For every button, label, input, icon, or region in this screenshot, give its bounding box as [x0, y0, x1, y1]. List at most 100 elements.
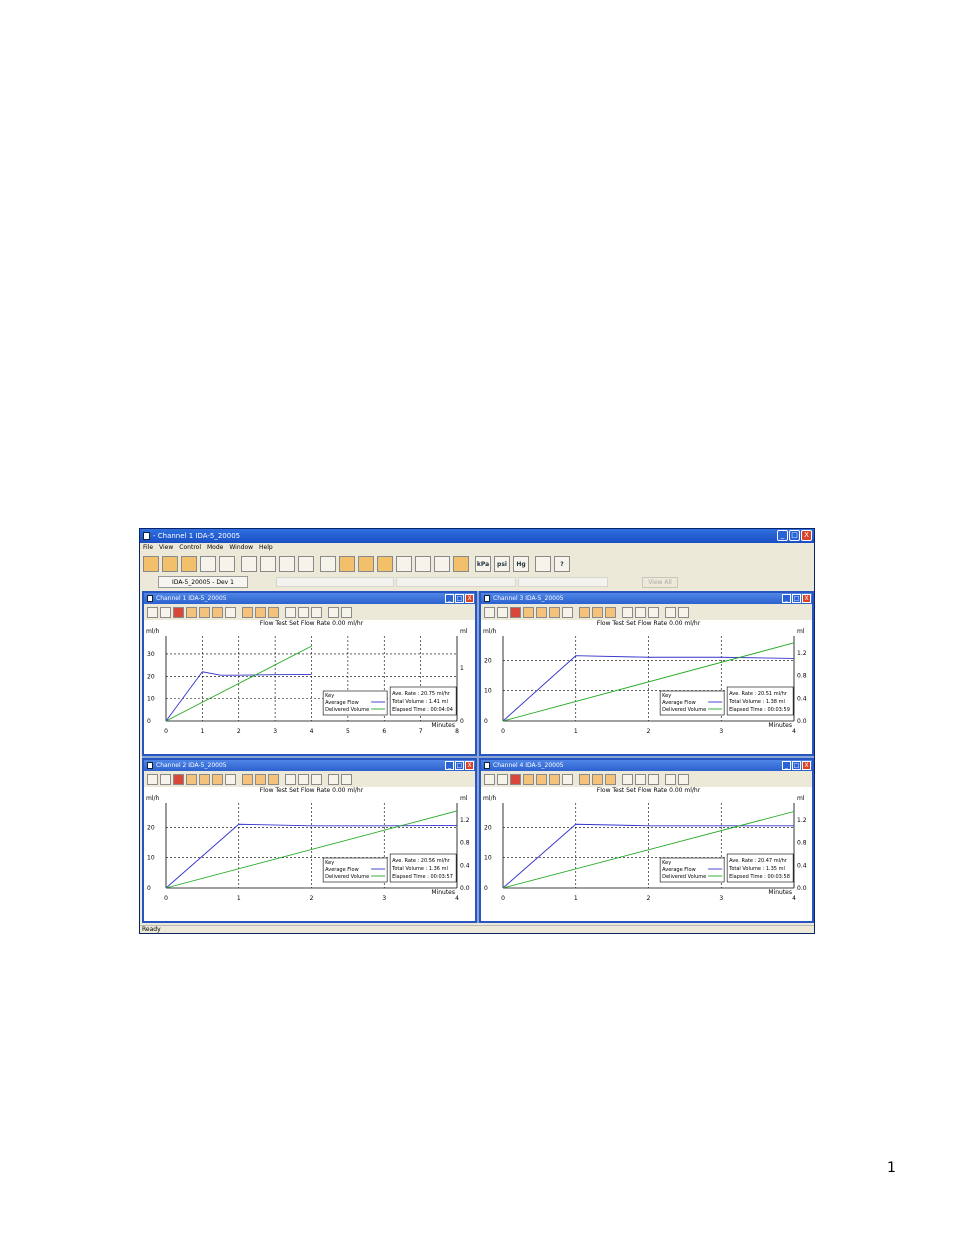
- channel-minimize-button[interactable]: _: [445, 761, 454, 770]
- zoom-fit-icon[interactable]: [255, 773, 266, 785]
- page-prev-icon[interactable]: [665, 773, 676, 785]
- unit-hg-button[interactable]: Hg: [513, 556, 529, 572]
- page-next-icon[interactable]: [341, 773, 352, 785]
- unit-psi-button[interactable]: psi: [494, 556, 510, 572]
- blank-graph-icon[interactable]: [562, 773, 573, 785]
- volume-graph-icon[interactable]: [536, 606, 547, 618]
- menu-file[interactable]: File: [143, 543, 153, 553]
- scroll-right-icon[interactable]: [648, 773, 659, 785]
- help-icon[interactable]: ?: [554, 556, 570, 572]
- grid-small-icon[interactable]: [484, 606, 495, 618]
- new-file-icon[interactable]: [143, 556, 159, 572]
- page-prev-icon[interactable]: [328, 606, 339, 618]
- blank-graph-icon[interactable]: [225, 606, 236, 618]
- pressure-graph-icon[interactable]: [212, 773, 223, 785]
- device-tab[interactable]: IDA-5_20005 - Dev 1: [158, 576, 248, 588]
- zoom-in-icon[interactable]: [242, 606, 253, 618]
- menu-window[interactable]: Window: [229, 543, 253, 553]
- channel-minimize-button[interactable]: _: [445, 594, 454, 603]
- connect-icon[interactable]: [241, 556, 257, 572]
- zoom-in-icon[interactable]: [579, 606, 590, 618]
- channel-maximize-button[interactable]: □: [455, 594, 464, 603]
- graph-occlusion-icon[interactable]: [377, 556, 393, 572]
- channel-minimize-button[interactable]: _: [782, 594, 791, 603]
- menu-help[interactable]: Help: [259, 543, 273, 553]
- scroll-left-icon[interactable]: [285, 606, 296, 618]
- stop-icon[interactable]: [510, 606, 521, 618]
- volume-graph-icon[interactable]: [199, 773, 210, 785]
- pause-icon[interactable]: [497, 773, 508, 785]
- channel-window[interactable]: Channel 1 IDA-5_20005 _ □ X Flow Test Set Fl…: [142, 591, 477, 756]
- scroll-left-icon[interactable]: [285, 773, 296, 785]
- zoom-out-icon[interactable]: [268, 606, 279, 618]
- blank-graph-icon[interactable]: [225, 773, 236, 785]
- blank-graph-icon[interactable]: [562, 606, 573, 618]
- view-all-button[interactable]: View All: [642, 577, 678, 588]
- grid-small-icon[interactable]: [147, 606, 158, 618]
- page-prev-icon[interactable]: [665, 606, 676, 618]
- fit-all-icon[interactable]: [298, 773, 309, 785]
- menu-control[interactable]: Control: [179, 543, 201, 553]
- scroll-right-icon[interactable]: [648, 606, 659, 618]
- page-prev-icon[interactable]: [328, 773, 339, 785]
- flow-graph-icon[interactable]: [523, 773, 534, 785]
- pressure-graph-icon[interactable]: [549, 606, 560, 618]
- fit-all-icon[interactable]: [635, 773, 646, 785]
- minimize-button[interactable]: _: [777, 530, 788, 541]
- flow-graph-icon[interactable]: [523, 606, 534, 618]
- graph-bars-icon[interactable]: [415, 556, 431, 572]
- channel-minimize-button[interactable]: _: [782, 761, 791, 770]
- unit-kpa-button[interactable]: kPa: [475, 556, 491, 572]
- pressure-graph-icon[interactable]: [212, 606, 223, 618]
- page-next-icon[interactable]: [678, 606, 689, 618]
- zoom-out-icon[interactable]: [605, 773, 616, 785]
- zoom-out-icon[interactable]: [268, 773, 279, 785]
- menu-mode[interactable]: Mode: [207, 543, 223, 553]
- page-next-icon[interactable]: [678, 773, 689, 785]
- print-preview-icon[interactable]: [219, 556, 235, 572]
- channel-maximize-button[interactable]: □: [792, 594, 801, 603]
- zoom-fit-icon[interactable]: [592, 606, 603, 618]
- volume-graph-icon[interactable]: [536, 773, 547, 785]
- stop-icon[interactable]: [510, 773, 521, 785]
- stop-icon[interactable]: [173, 606, 184, 618]
- channel-title-bar[interactable]: Channel 2 IDA-5_20005 _ □ X: [144, 760, 475, 771]
- flow-graph-icon[interactable]: [186, 606, 197, 618]
- channel-close-button[interactable]: X: [802, 594, 811, 603]
- scroll-left-icon[interactable]: [622, 773, 633, 785]
- stop-icon[interactable]: [173, 773, 184, 785]
- close-button[interactable]: X: [801, 530, 812, 541]
- zoom-out-icon[interactable]: [605, 606, 616, 618]
- channel-window[interactable]: Channel 3 IDA-5_20005 _ □ X Flow Test Set Fl…: [479, 591, 814, 756]
- save-icon[interactable]: [181, 556, 197, 572]
- zoom-in-icon[interactable]: [579, 773, 590, 785]
- channel-close-button[interactable]: X: [802, 761, 811, 770]
- graph-flow-icon[interactable]: [320, 556, 336, 572]
- pressure-graph-icon[interactable]: [549, 773, 560, 785]
- channel-title-bar[interactable]: Channel 4 IDA-5_20005 _ □ X: [481, 760, 812, 771]
- volume-graph-icon[interactable]: [199, 606, 210, 618]
- zoom-fit-icon[interactable]: [255, 606, 266, 618]
- record-icon[interactable]: [260, 556, 276, 572]
- channel-window[interactable]: Channel 4 IDA-5_20005 _ □ X Flow Test Set Fl…: [479, 758, 814, 923]
- graph-volume-icon[interactable]: [339, 556, 355, 572]
- scroll-right-icon[interactable]: [311, 773, 322, 785]
- channel-window[interactable]: Channel 2 IDA-5_20005 _ □ X Flow Test Set Fl…: [142, 758, 477, 923]
- graph-trend-icon[interactable]: [434, 556, 450, 572]
- zoom-fit-icon[interactable]: [592, 773, 603, 785]
- menu-view[interactable]: View: [159, 543, 173, 553]
- graph-pressure-icon[interactable]: [358, 556, 374, 572]
- page-next-icon[interactable]: [341, 606, 352, 618]
- flow-graph-icon[interactable]: [186, 773, 197, 785]
- document-icon[interactable]: [298, 556, 314, 572]
- grid-icon[interactable]: [453, 556, 469, 572]
- grid-small-icon[interactable]: [484, 773, 495, 785]
- channel-title-bar[interactable]: Channel 3 IDA-5_20005 _ □ X: [481, 593, 812, 604]
- title-bar[interactable]: - Channel 1 IDA-5_20005 _ □ X: [140, 529, 814, 543]
- about-icon[interactable]: [535, 556, 551, 572]
- open-file-icon[interactable]: [162, 556, 178, 572]
- channel-close-button[interactable]: X: [465, 594, 474, 603]
- pause-icon[interactable]: [497, 606, 508, 618]
- maximize-button[interactable]: □: [789, 530, 800, 541]
- scroll-left-icon[interactable]: [622, 606, 633, 618]
